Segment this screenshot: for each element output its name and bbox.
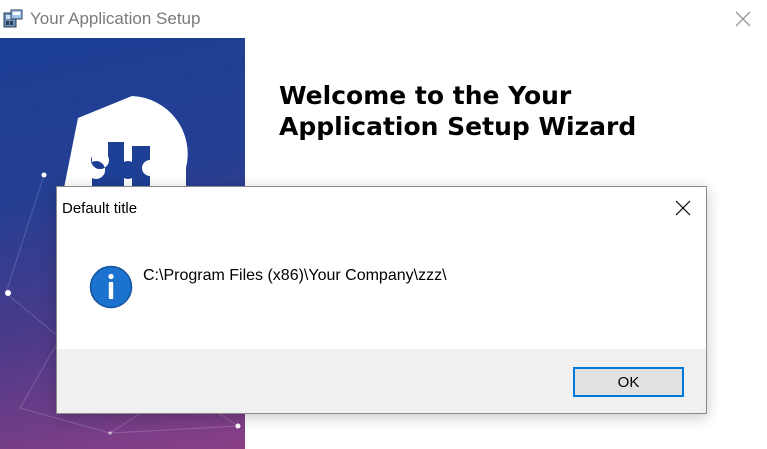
wizard-welcome-heading: Welcome to the Your Application Setup Wi…: [279, 80, 739, 142]
dialog-title: Default title: [62, 200, 138, 217]
dialog-message: C:\Program Files (x86)\Your Company\zzz\: [143, 267, 447, 284]
ok-button-label: OK: [617, 373, 640, 391]
dialog-button-bar: OK: [57, 349, 706, 413]
puzzle-logo: [64, 96, 188, 188]
installer-window-title: Your Application Setup: [30, 9, 201, 28]
dialog-titlebar: Default title: [57, 187, 706, 227]
info-icon: [89, 265, 133, 309]
close-icon: [675, 200, 691, 216]
screen: Your Application Setup Welcome to the Yo…: [0, 0, 767, 449]
heading-line-2: Application Setup Wizard: [279, 112, 637, 141]
setup-app-icon: [3, 9, 23, 28]
ok-button[interactable]: OK: [573, 367, 684, 397]
installer-close-button[interactable]: [728, 5, 758, 33]
close-icon: [735, 11, 751, 27]
heading-line-1: Welcome to the Your: [279, 81, 572, 110]
installer-titlebar: Your Application Setup: [0, 0, 767, 38]
dialog-body: C:\Program Files (x86)\Your Company\zzz\: [57, 227, 706, 349]
dialog-close-button[interactable]: [668, 194, 698, 222]
message-dialog: Default title C:\Program Files (x86)\You…: [56, 186, 707, 414]
